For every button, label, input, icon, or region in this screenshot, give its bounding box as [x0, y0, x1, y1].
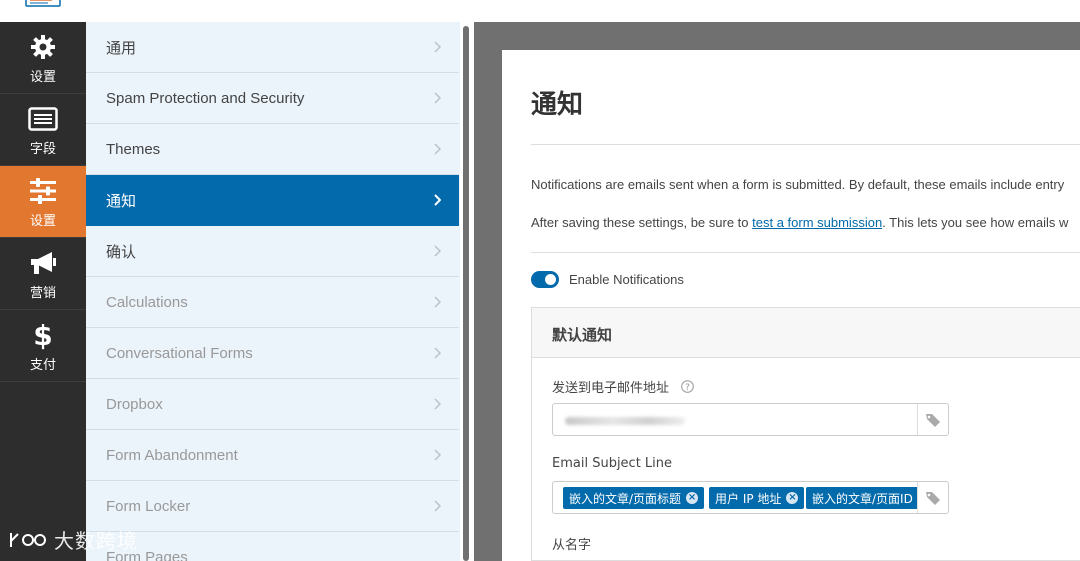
redacted-email-value: [565, 417, 685, 425]
nav-item-label: Form Abandonment: [106, 446, 238, 464]
nav-scrollbar-thumb[interactable]: [463, 26, 469, 561]
rail-item-label: 设置: [29, 70, 56, 85]
nav-item-themes[interactable]: Themes: [86, 124, 459, 175]
tag-icon: [926, 413, 940, 427]
rail-item-label: 营销: [29, 286, 56, 301]
nav-item-calculations[interactable]: Calculations: [86, 277, 459, 328]
nav-item-general[interactable]: 通用: [86, 22, 459, 73]
rail-item-marketing[interactable]: 营销: [0, 238, 86, 310]
rail-item-fields[interactable]: 字段: [0, 94, 86, 166]
nav-item-label: 确认: [106, 243, 137, 261]
from-name-label: 从名字: [552, 538, 592, 553]
nav-item-label: 通用: [106, 39, 137, 57]
rail-item-general-settings[interactable]: 设置: [0, 22, 86, 94]
test-submission-note: After saving these settings, be sure to …: [531, 215, 1068, 230]
divider: [531, 252, 1080, 253]
nav-item-form-pages[interactable]: Form Pages: [86, 532, 459, 561]
nav-item-conversational-forms[interactable]: Conversational Forms: [86, 328, 459, 379]
builder-sidebar: 设置 字段 设置 营销 $ 支付: [0, 22, 86, 561]
remove-chip-icon[interactable]: ×: [786, 492, 799, 504]
svg-text:?: ?: [685, 383, 690, 393]
chip-label: 嵌入的文章/页面标题: [569, 491, 682, 506]
nav-item-form-locker[interactable]: Form Locker: [86, 481, 459, 532]
watermark: 大数跨境: [8, 525, 138, 554]
logo-icon: [25, 0, 61, 7]
fields-icon: [0, 104, 86, 134]
rail-item-label: 支付: [29, 358, 56, 373]
help-icon[interactable]: ?: [681, 380, 694, 397]
rail-item-settings[interactable]: 设置: [0, 166, 86, 238]
email-subject-label: Email Subject Line: [552, 456, 673, 471]
default-notification-card: 默认通知 发送到电子邮件地址 ? Email Subject Line 嵌入的文…: [531, 307, 1080, 561]
rail-item-payments[interactable]: $ 支付: [0, 310, 86, 382]
nav-item-label: Spam Protection and Security: [106, 89, 305, 107]
chevron-right-icon: [434, 277, 441, 327]
nav-item-spam-protection[interactable]: Spam Protection and Security: [86, 73, 459, 124]
nav-item-dropbox[interactable]: Dropbox: [86, 379, 459, 430]
rail-item-label: 设置: [29, 214, 56, 229]
chevron-right-icon: [434, 226, 441, 276]
card-header[interactable]: 默认通知: [532, 308, 1080, 358]
nav-item-form-abandonment[interactable]: Form Abandonment: [86, 430, 459, 481]
nav-item-label: Form Locker: [106, 497, 191, 515]
chip-label: 用户 IP 地址: [715, 491, 782, 506]
tag-icon: [926, 491, 940, 505]
smart-tag-chip[interactable]: 嵌入的文章/页面标题 ×: [563, 487, 705, 509]
subject-chip-list: 嵌入的文章/页面标题 × 用户 IP 地址 × 嵌入的文章/页面ID ×: [559, 482, 917, 513]
nav-item-notifications[interactable]: 通知: [86, 175, 459, 226]
app-logo: [0, 0, 86, 22]
chip-label: 嵌入的文章/页面ID: [812, 491, 913, 506]
nav-item-label: Conversational Forms: [106, 344, 253, 362]
page-title: 通知: [531, 90, 584, 120]
note-text-after: . This lets you see how emails w: [882, 215, 1069, 230]
rail-item-label: 字段: [29, 142, 56, 157]
nav-item-label: Dropbox: [106, 395, 163, 413]
note-text: After saving these settings, be sure to: [531, 215, 753, 230]
smart-tag-chip[interactable]: 用户 IP 地址 ×: [709, 487, 805, 509]
send-to-label: 发送到电子邮件地址 ?: [552, 377, 694, 397]
test-submission-link[interactable]: test a form submission: [752, 215, 882, 230]
card-title: 默认通知: [552, 326, 613, 344]
smart-tag-button[interactable]: [917, 482, 948, 513]
chevron-right-icon: [434, 379, 441, 429]
notifications-panel: 通知 Notifications are emails sent when a …: [502, 50, 1080, 561]
nav-item-confirmations[interactable]: 确认: [86, 226, 459, 277]
enable-notifications-label: Enable Notifications: [569, 272, 684, 287]
chevron-right-icon: [434, 175, 441, 225]
nav-item-label: Themes: [106, 140, 161, 158]
smart-tag-button[interactable]: [917, 404, 948, 435]
enable-notifications-toggle[interactable]: [531, 271, 559, 288]
email-subject-field[interactable]: 嵌入的文章/页面标题 × 用户 IP 地址 × 嵌入的文章/页面ID ×: [552, 481, 949, 514]
send-to-label-text: 发送到电子邮件地址: [552, 381, 670, 396]
watermark-text: 大数跨境: [54, 529, 138, 553]
chevron-right-icon: [434, 73, 441, 123]
notifications-description: Notifications are emails sent when a for…: [531, 177, 1065, 192]
megaphone-icon: [0, 248, 86, 278]
watermark-logo-icon: [10, 532, 46, 547]
chevron-right-icon: [434, 430, 441, 480]
chevron-right-icon: [434, 22, 441, 72]
smart-tag-chip[interactable]: 嵌入的文章/页面ID ×: [806, 487, 917, 509]
gear-icon: [0, 32, 86, 62]
send-to-email-field[interactable]: [552, 403, 949, 436]
chevron-right-icon: [434, 124, 441, 174]
dollar-icon: $: [33, 318, 53, 352]
chevron-right-icon: [434, 328, 441, 378]
settings-nav: 通用 Spam Protection and Security Themes 通…: [86, 22, 460, 561]
chevron-right-icon: [434, 481, 441, 531]
nav-item-label: Calculations: [106, 293, 188, 311]
remove-chip-icon[interactable]: ×: [686, 492, 699, 504]
top-bar: [0, 0, 1080, 22]
divider: [531, 144, 1080, 145]
nav-item-label: 通知: [106, 192, 137, 210]
sliders-icon: [0, 176, 86, 206]
